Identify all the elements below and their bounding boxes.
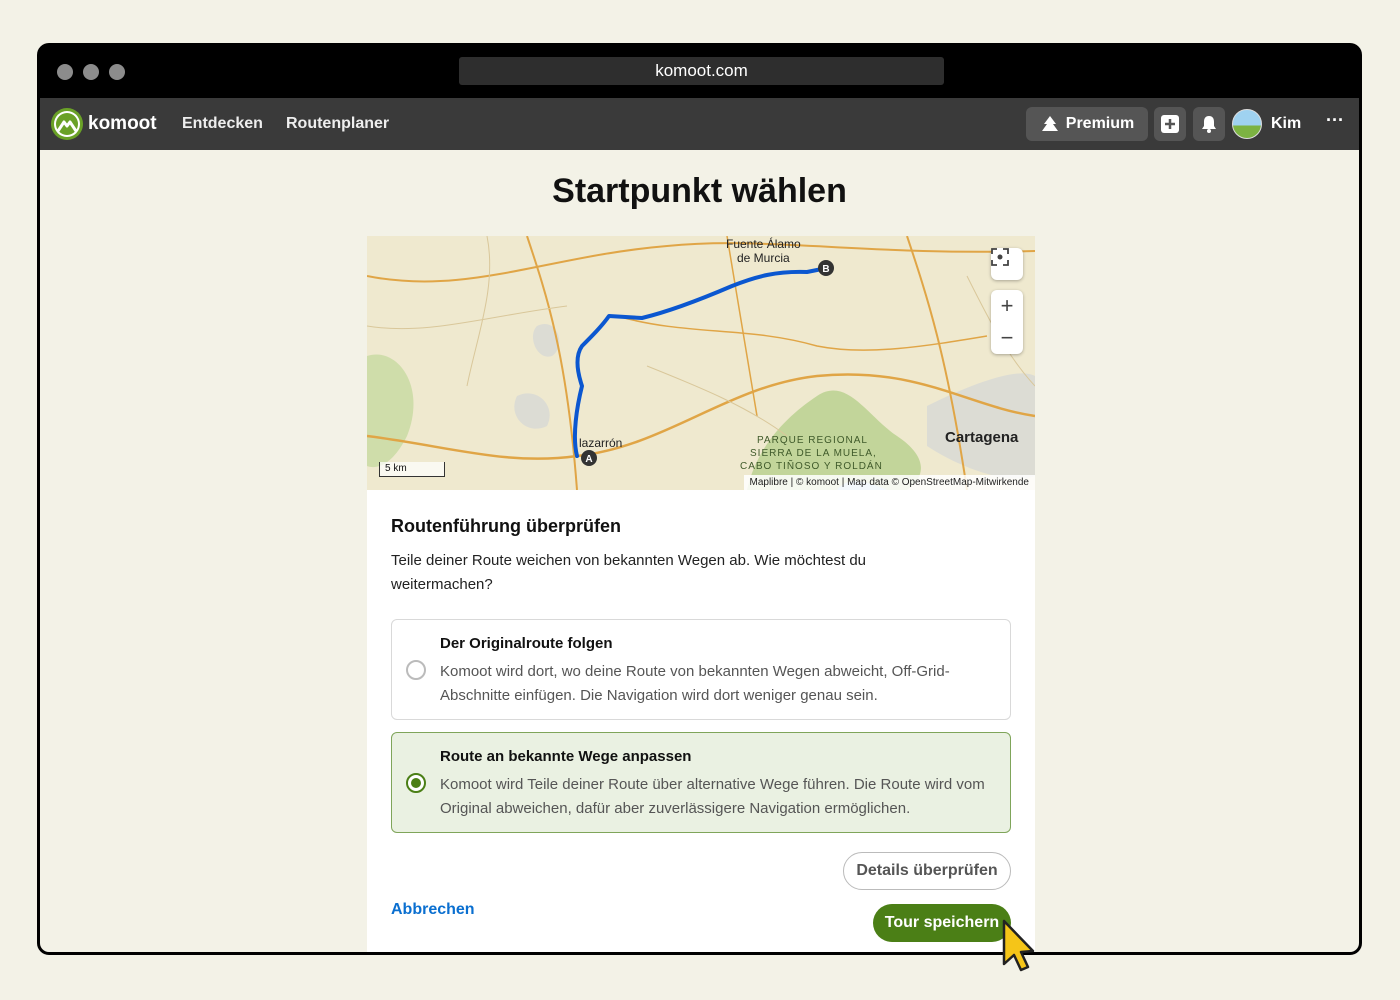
marker-b: B [822,264,829,275]
map-label-park-1: PARQUE REGIONAL [757,435,868,446]
close-window-button[interactable] [57,64,73,80]
recenter-button[interactable] [991,248,1023,280]
mountain-icon [1041,116,1058,131]
more-menu-icon[interactable]: ··· [1326,110,1344,131]
radio-follow-original[interactable] [406,660,426,680]
option-follow-original[interactable]: Der Originalroute folgen Komoot wird dor… [391,619,1011,720]
mouse-cursor-icon [1002,919,1035,972]
address-bar[interactable]: komoot.com [459,57,944,85]
user-avatar[interactable] [1232,109,1262,139]
map-label-park-3: CABO TIÑOSO Y ROLDÁN [740,461,883,472]
map-label-de-murcia: de Murcia [737,251,790,265]
zoom-out-button[interactable]: − [991,322,1023,354]
map-label-cartagena: Cartagena [945,429,1019,446]
route-review-card: A B Fuente Álamo de Murcia lazarrón Cart… [367,236,1035,952]
top-navbar: komoot Entdecken Routenplaner Premium Ki… [40,98,1359,150]
main-content: Startpunkt wählen A B Fuente Álamo de Mu… [40,150,1359,952]
nav-link-routenplaner[interactable]: Routenplaner [286,115,389,133]
review-details-button[interactable]: Details überprüfen [843,852,1011,890]
route-map[interactable]: A B Fuente Álamo de Murcia lazarrón Cart… [367,236,1035,490]
review-title: Routenführung überprüfen [391,516,621,536]
map-attribution[interactable]: Maplibre | © komoot | Map data © OpenStr… [743,475,1035,490]
plus-square-icon [1161,115,1179,133]
komoot-logo-text[interactable]: komoot [88,113,157,135]
notifications-button[interactable] [1193,107,1225,141]
map-label-mazarron: lazarrón [579,436,623,450]
option-adapt-route[interactable]: Route an bekannte Wege anpassen Komoot w… [391,732,1011,833]
marker-a: A [585,454,592,465]
komoot-logo-icon[interactable] [51,108,83,140]
radio-adapt-route[interactable] [406,773,426,793]
page-title: Startpunkt wählen [552,172,847,210]
browser-window: komoot.com komoot Entdecken Routenplaner… [37,43,1362,955]
review-description: Teile deiner Route weichen von bekannten… [391,552,867,593]
map-label-fuente-alamo: Fuente Álamo [726,237,801,251]
user-name[interactable]: Kim [1271,115,1301,133]
maximize-window-button[interactable] [109,64,125,80]
map-scale: 5 km [379,462,445,477]
nav-link-entdecken[interactable]: Entdecken [182,115,263,133]
option-title: Route an bekannte Wege anpassen [440,748,692,765]
save-tour-button[interactable]: Tour speichern [873,904,1011,942]
premium-label: Premium [1065,115,1135,132]
focus-icon [991,248,1023,280]
create-button[interactable] [1154,107,1186,141]
map-label-park-2: SIERRA DE LA MUELA, [750,448,877,459]
option-title: Der Originalroute folgen [440,635,613,652]
browser-titlebar: komoot.com [40,46,1359,98]
zoom-controls: + − [991,290,1023,354]
premium-button[interactable]: Premium [1026,107,1148,141]
bell-icon [1202,116,1216,133]
zoom-in-button[interactable]: + [991,290,1023,322]
option-description: Komoot wird Teile deiner Route über alte… [440,776,985,817]
minimize-window-button[interactable] [83,64,99,80]
cancel-link[interactable]: Abbrechen [391,901,475,919]
map-canvas: A B [367,236,1035,490]
option-description: Komoot wird dort, wo deine Route von bek… [440,663,950,704]
